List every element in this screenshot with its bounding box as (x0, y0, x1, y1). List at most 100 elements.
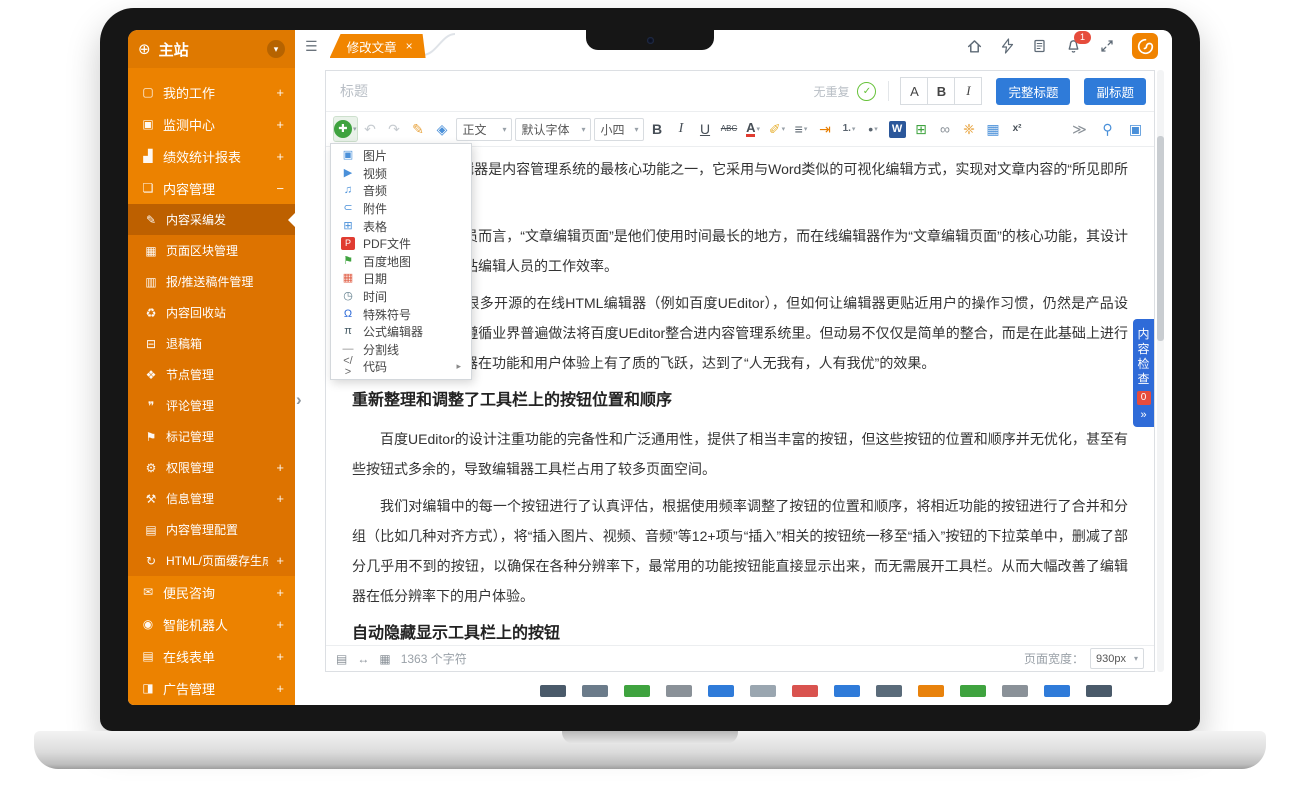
sidebar-item-content-config[interactable]: ▤内容管理配置 (128, 514, 295, 545)
sidebar-item-recycle-bin[interactable]: ♻内容回收站 (128, 297, 295, 328)
tab-close-icon[interactable]: × (406, 39, 413, 53)
highlight-button[interactable]: ✐▾ (767, 117, 788, 141)
notification-bell-icon[interactable]: 1 (1065, 38, 1082, 55)
font-color-button[interactable]: A▾ (743, 117, 764, 141)
sidebar-item-push-manuscript[interactable]: ▥报/推送稿件管理 (128, 266, 295, 297)
italic-button[interactable]: I (671, 117, 692, 141)
title-input[interactable] (338, 82, 805, 100)
draft-note-icon[interactable] (1032, 38, 1048, 54)
sidebar-item-permission-management[interactable]: ⚙权限管理+ (128, 452, 295, 483)
sidebar-item-monitor-center[interactable]: ▣监测中心+ (128, 108, 295, 140)
redo-button[interactable]: ↷ (384, 117, 405, 141)
display-button[interactable]: ▣ (1125, 117, 1146, 141)
scrollbar-track[interactable] (1157, 70, 1164, 672)
magic-button-glyph: ❈ (963, 122, 975, 136)
sidebar-item-html-cache[interactable]: ↻HTML/页面缓存生成+ (128, 545, 295, 576)
chevron-down-icon: ▾ (782, 125, 786, 133)
media-button[interactable]: ▦ (983, 117, 1004, 141)
insert-menu-item-date[interactable]: ▦日期 (331, 270, 471, 288)
grid-icon[interactable]: ▦ (379, 652, 390, 666)
subtitle-button[interactable]: 副标题 (1084, 78, 1146, 105)
ordered-list-button[interactable]: 1.▾ (839, 117, 860, 141)
more-button[interactable]: ≫ (1069, 117, 1090, 141)
insert-menu-item-label: 百度地图 (363, 253, 411, 270)
magic-button[interactable]: ❈ (959, 117, 980, 141)
align-button[interactable]: ≡▾ (791, 117, 812, 141)
sidebar-item-content-editing[interactable]: ✎内容采编发 (128, 204, 295, 235)
insert-menu-item-video[interactable]: ▶ 视频 (331, 165, 471, 183)
sidebar-item-performance-report[interactable]: ▟绩效统计报表+ (128, 140, 295, 172)
sidebar-item-page-block[interactable]: ▦页面区块管理 (128, 235, 295, 266)
underline-button[interactable]: U (695, 117, 716, 141)
indent-button[interactable]: ⇥ (815, 117, 836, 141)
screen: ⊕ 主站 ▾ ▢我的工作+▣监测中心+▟绩效统计报表+❏内容管理−✎内容采编发▦… (128, 30, 1172, 705)
page-width-select[interactable]: 930px ▾ (1090, 648, 1144, 669)
sidebar-item-label: 页面区块管理 (166, 242, 284, 259)
quick-publish-icon[interactable] (1000, 38, 1015, 54)
title-italic-button[interactable]: I (954, 77, 982, 105)
content-check-expand-icon: » (1140, 409, 1146, 421)
link-button[interactable]: ∞ (935, 117, 956, 141)
unordered-list-button[interactable]: •▾ (863, 117, 884, 141)
expand-indicator: + (276, 585, 284, 600)
title-color-button[interactable]: A (900, 77, 928, 105)
tab-edit-article[interactable]: 修改文章 × (330, 34, 426, 58)
sidebar-item-smart-robot[interactable]: ◉智能机器人+ (128, 608, 295, 640)
sidebar-item-ad-management[interactable]: ◨广告管理+ (128, 672, 295, 704)
insert-menu-item-baidu-map[interactable]: ⚑百度地图 (331, 253, 471, 271)
sidebar-item-comment-management[interactable]: ❞评论管理 (128, 390, 295, 421)
scrollbar-thumb[interactable] (1157, 136, 1164, 341)
sidebar-item-tag-management[interactable]: ⚑标记管理 (128, 421, 295, 452)
sidebar-header[interactable]: ⊕ 主站 ▾ (128, 30, 295, 68)
search-button[interactable]: ⚲ (1097, 117, 1118, 141)
paragraph-select[interactable]: 正文▾ (456, 118, 512, 141)
full-title-button[interactable]: 完整标题 (996, 78, 1070, 105)
sidebar-item-convenience-consult[interactable]: ✉便民咨询+ (128, 576, 295, 608)
format-painter-button-glyph: ✎ (412, 122, 424, 136)
chevron-down-icon: ▾ (503, 125, 507, 134)
sidebar-item-node-management[interactable]: ❖节点管理 (128, 359, 295, 390)
sidebar-item-info-management[interactable]: ⚒信息管理+ (128, 483, 295, 514)
insert-menu-item-image[interactable]: ▣图片 (331, 147, 471, 165)
insert-menu-item-attachment[interactable]: ⊂附件 (331, 200, 471, 218)
sidebar-toggle-icon[interactable]: ☰ (305, 38, 318, 55)
width-icon[interactable]: ↔ (357, 652, 369, 666)
sidebar-expand-handle[interactable]: › (296, 390, 302, 410)
table-button[interactable]: ⊞ (911, 117, 932, 141)
content-check-button[interactable]: 内容检查0» (1133, 319, 1154, 427)
undo-button[interactable]: ↶ (360, 117, 381, 141)
outline-icon[interactable]: ▤ (336, 652, 347, 666)
insert-menu-item-audio[interactable]: ♫音频 (331, 182, 471, 200)
word-import-button[interactable]: W (887, 117, 908, 141)
sidebar-item-rejected-box[interactable]: ⊟退稿箱 (128, 328, 295, 359)
superscript-button[interactable]: x² (1007, 117, 1028, 141)
insert-menu-item-pdf[interactable]: PPDF文件 (331, 235, 471, 253)
font-family-select[interactable]: 默认字体▾ (515, 118, 591, 141)
sidebar-item-online-form[interactable]: ▤在线表单+ (128, 640, 295, 672)
laptop-base (34, 731, 1266, 769)
insert-menu-item-formula[interactable]: π公式编辑器 (331, 323, 471, 341)
page-width-control: 页面宽度： 930px ▾ (1024, 648, 1144, 669)
brand-logo[interactable] (1132, 33, 1158, 59)
formula-icon: π (341, 326, 355, 337)
sidebar-item-label: 节点管理 (166, 366, 284, 383)
eraser-button[interactable]: ◈ (432, 117, 453, 141)
sidebar-item-content-management[interactable]: ❏内容管理− (128, 172, 295, 204)
home-icon[interactable] (966, 38, 983, 55)
sidebar-item-my-work[interactable]: ▢我的工作+ (128, 76, 295, 108)
font-size-select[interactable]: 小四▾ (594, 118, 644, 141)
insert-menu-item-special-char[interactable]: Ω特殊符号 (331, 305, 471, 323)
bold-button[interactable]: B (647, 117, 668, 141)
fullscreen-icon[interactable] (1099, 38, 1115, 54)
insert-menu-item-label: 视频 (363, 165, 387, 182)
insert-menu-item-table[interactable]: ⊞表格 (331, 217, 471, 235)
strikethrough-button[interactable]: ABC (719, 117, 740, 141)
format-painter-button[interactable]: ✎ (408, 117, 429, 141)
insert-menu-item-time[interactable]: ◷时间 (331, 288, 471, 306)
insert-menu-item-label: PDF文件 (363, 235, 411, 252)
insert-menu-item-code[interactable]: </ >代码▸ (331, 358, 471, 376)
site-switcher-chevron-icon[interactable]: ▾ (267, 40, 285, 58)
insert-button[interactable]: ✚▾ (334, 117, 357, 141)
title-bold-button[interactable]: B (927, 77, 955, 105)
video-icon: ▶ (341, 168, 355, 179)
